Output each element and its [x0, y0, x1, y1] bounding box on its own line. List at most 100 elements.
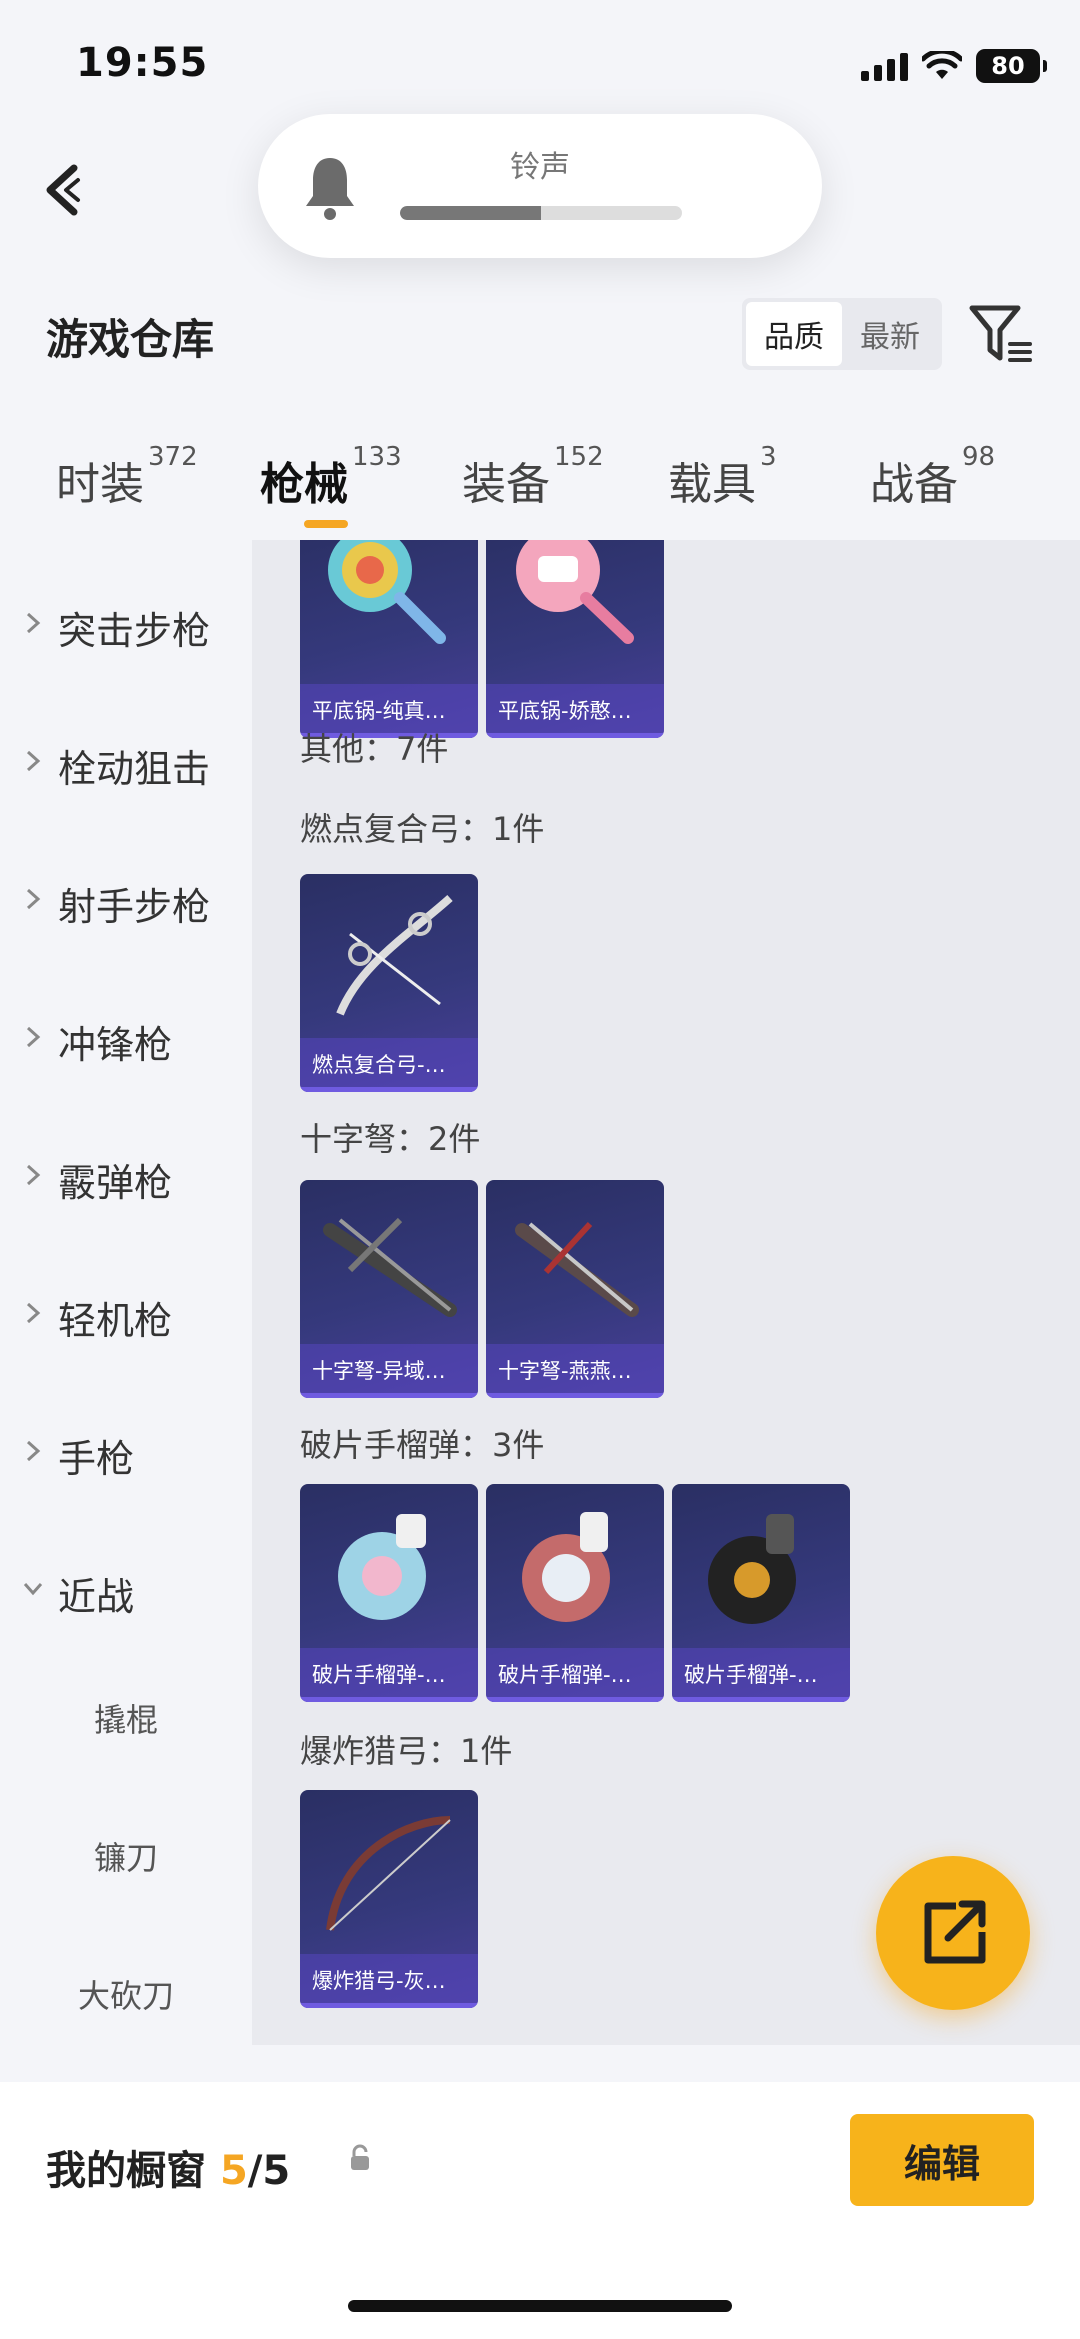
tab-count: 133 [352, 442, 402, 472]
sidebar-item-label: 轻机枪 [58, 1299, 173, 1343]
tab-label: 战备 [870, 459, 958, 510]
frying-pan-icon [516, 540, 634, 644]
home-indicator [348, 2300, 732, 2312]
sidebar-subitem-machete[interactable]: 大砍刀 [0, 1956, 252, 2036]
weapon-category-sidebar: 突击步枪 栓动狙击 射手步枪 冲锋枪 霰弹枪 轻机枪 手枪 近战 撬棍 镰刀 大… [0, 540, 252, 2045]
item-card[interactable]: 破片手榴弹-… [672, 1484, 850, 1702]
sidebar-item-label: 手枪 [58, 1437, 135, 1481]
item-card[interactable]: 破片手榴弹-… [300, 1484, 478, 1702]
showcase-count-total: /5 [247, 2148, 291, 2194]
sidebar-item-label: 射手步枪 [58, 885, 211, 929]
status-icons: 80 [861, 46, 1047, 86]
group-heading: 破片手榴弹：3件 [300, 1426, 545, 1464]
share-button[interactable] [876, 1856, 1030, 2010]
tab-count: 152 [554, 442, 604, 472]
tab-equipment[interactable]: 装备152 [462, 442, 604, 538]
item-card-label: 十字弩-燕燕… [486, 1344, 664, 1398]
tab-label: 时装 [56, 459, 144, 510]
battery-icon: 80 [976, 49, 1047, 83]
edit-button[interactable]: 编辑 [850, 2114, 1034, 2206]
item-card[interactable]: 平底锅-纯真… [300, 540, 478, 738]
grenade-icon [522, 1512, 610, 1622]
grenade-icon [338, 1514, 426, 1620]
tab-count: 3 [760, 442, 777, 472]
item-card[interactable]: 平底锅-娇憨… [486, 540, 664, 738]
sidebar-item-label: 栓动狙击 [58, 747, 211, 791]
sidebar-item-lmg[interactable]: 轻机枪 [0, 1272, 252, 1362]
frying-pan-icon [328, 540, 446, 644]
item-card[interactable]: 十字弩-燕燕… [486, 1180, 664, 1398]
sort-toggle: 品质 最新 [742, 298, 942, 370]
crossbow-icon [515, 1221, 639, 1317]
cellular-signal-icon [861, 51, 908, 81]
category-tabs: 时装372 枪械133 装备152 载具3 战备98 [0, 442, 1080, 538]
filter-icon [969, 305, 1032, 362]
sidebar-item-label: 近战 [58, 1575, 135, 1619]
sidebar-item-assault-rifle[interactable]: 突击步枪 [0, 582, 252, 672]
group-heading: 燃点复合弓：1件 [300, 810, 545, 848]
chevron-right-icon [26, 1440, 41, 1462]
item-grid: 平底锅-纯真… 平底锅-娇憨… 其他：7件 燃点复合弓：1件 燃点复合弓-… 十… [252, 540, 1080, 2045]
item-card[interactable]: 破片手榴弹-… [486, 1484, 664, 1702]
back-arrow-icon [46, 164, 80, 216]
volume-level-fill [400, 206, 541, 220]
item-card-label: 破片手榴弹-… [300, 1648, 478, 1702]
grenade-icon [708, 1514, 796, 1624]
page-title: 游戏仓库 [46, 315, 215, 364]
chevron-right-icon [26, 1026, 41, 1048]
group-heading-other: 其他：7件 [300, 730, 449, 768]
tab-label: 枪械 [260, 459, 348, 510]
chevron-right-icon [26, 612, 41, 634]
share-icon [924, 1900, 986, 1964]
tab-vehicles[interactable]: 载具3 [668, 442, 777, 538]
chevron-right-icon [26, 750, 41, 772]
sidebar-subitem-crowbar[interactable]: 撬棍 [0, 1680, 252, 1760]
sidebar-item-label: 冲锋枪 [58, 1023, 173, 1067]
item-card-label: 爆炸猎弓-灰… [300, 1954, 478, 2008]
lock-icon [351, 2144, 369, 2170]
item-card[interactable]: 爆炸猎弓-灰… [300, 1790, 478, 2008]
sidebar-item-shotgun[interactable]: 霰弹枪 [0, 1134, 252, 1224]
chevron-right-icon [26, 888, 41, 910]
showcase-title: 我的橱窗 5/5 [46, 2138, 290, 2196]
hunting-bow-icon [326, 1816, 451, 1931]
active-tab-indicator [304, 520, 348, 528]
tab-fashion[interactable]: 时装372 [56, 442, 198, 538]
sort-quality-option[interactable]: 品质 [746, 302, 842, 366]
item-card-label: 燃点复合弓-… [300, 1038, 478, 1092]
item-card-label: 十字弩-异域… [300, 1344, 478, 1398]
group-heading: 爆炸猎弓：1件 [300, 1732, 513, 1770]
sidebar-item-marksman-rifle[interactable]: 射手步枪 [0, 858, 252, 948]
item-card[interactable]: 燃点复合弓-… [300, 874, 478, 1092]
sidebar-item-pistol[interactable]: 手枪 [0, 1410, 252, 1500]
chevron-down-icon [23, 1583, 43, 1596]
tab-label: 装备 [462, 459, 550, 510]
sidebar-item-bolt-sniper[interactable]: 栓动狙击 [0, 720, 252, 810]
sidebar-item-label: 霰弹枪 [58, 1161, 173, 1205]
sidebar-subitem-sickle[interactable]: 镰刀 [0, 1818, 252, 1898]
tab-count: 372 [148, 442, 198, 472]
showcase-bar: 我的橱窗 5/5 编辑 [0, 2082, 1080, 2339]
status-time: 19:55 [76, 40, 209, 86]
sidebar-item-smg[interactable]: 冲锋枪 [0, 996, 252, 1086]
sidebar-item-melee[interactable]: 近战 [0, 1548, 252, 1638]
group-heading: 十字弩：2件 [300, 1120, 481, 1158]
chevron-right-icon [26, 1164, 41, 1186]
item-card-label: 平底锅-娇憨… [486, 684, 664, 738]
item-card[interactable]: 十字弩-异域… [300, 1180, 478, 1398]
tab-firearms[interactable]: 枪械133 [260, 442, 402, 538]
sidebar-item-label: 突击步枪 [58, 609, 211, 653]
item-card-label: 破片手榴弹-… [672, 1648, 850, 1702]
volume-label: 铃声 [510, 150, 570, 185]
tab-label: 载具 [668, 459, 756, 510]
volume-slider [400, 206, 682, 220]
tab-count: 98 [962, 442, 996, 472]
crossbow-icon [323, 1217, 457, 1317]
volume-hud: 铃声 [258, 114, 822, 258]
showcase-title-label: 我的橱窗 [46, 2148, 206, 2194]
chevron-right-icon [26, 1302, 41, 1324]
tab-gear[interactable]: 战备98 [870, 442, 995, 538]
back-button[interactable] [38, 150, 98, 230]
filter-button[interactable] [966, 302, 1036, 368]
sort-latest-option[interactable]: 最新 [842, 302, 938, 366]
